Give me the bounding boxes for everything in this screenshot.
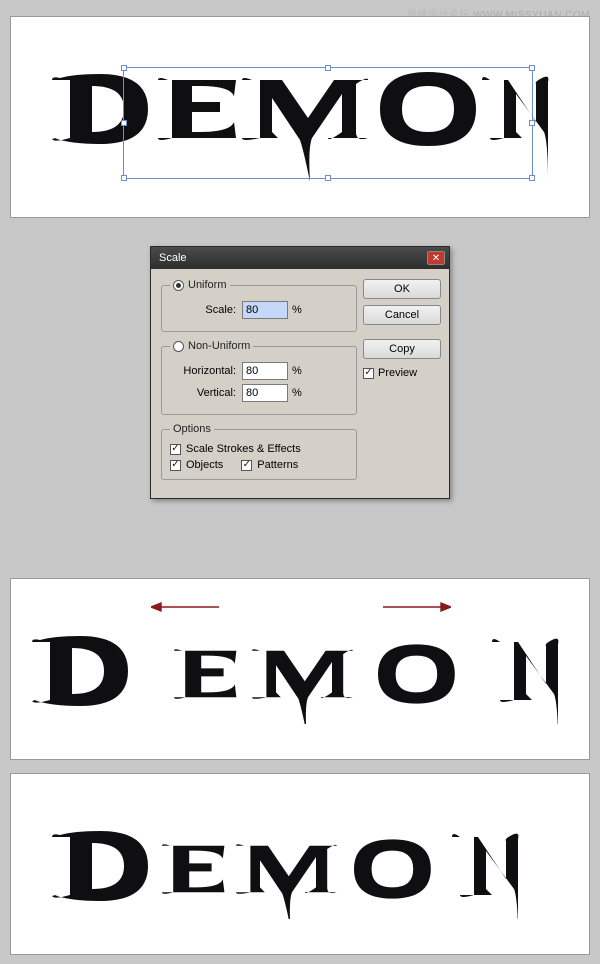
dialog-titlebar[interactable]: Scale ✕	[151, 247, 449, 269]
handle-bm[interactable]	[325, 175, 331, 181]
arrow-left-icon	[151, 601, 221, 613]
h-pct: %	[292, 365, 302, 377]
patterns-label: Patterns	[257, 459, 298, 471]
demon-artwork-3[interactable]	[50, 809, 550, 919]
artboard-3	[10, 773, 590, 955]
uniform-group: Uniform Scale: %	[161, 279, 357, 332]
handle-bl[interactable]	[121, 175, 127, 181]
scale-input[interactable]	[242, 301, 288, 319]
v-pct: %	[292, 387, 302, 399]
scale-strokes-label: Scale Strokes & Effects	[186, 443, 301, 455]
patterns-checkbox[interactable]	[241, 460, 252, 471]
handle-tr[interactable]	[529, 65, 535, 71]
ok-button[interactable]: OK	[363, 279, 441, 299]
uniform-legend: Uniform	[188, 279, 227, 291]
uniform-radio[interactable]	[173, 280, 184, 291]
nonuniform-group: Non-Uniform Horizontal: % Vertical: %	[161, 340, 357, 415]
handle-br[interactable]	[529, 175, 535, 181]
close-icon[interactable]: ✕	[427, 251, 445, 265]
arrow-right-icon	[381, 601, 451, 613]
nonuniform-radio[interactable]	[173, 341, 184, 352]
handle-ml[interactable]	[121, 120, 127, 126]
vertical-input[interactable]	[242, 384, 288, 402]
handle-mr[interactable]	[529, 120, 535, 126]
artboard-2	[10, 578, 590, 760]
objects-label: Objects	[186, 459, 223, 471]
vertical-label: Vertical:	[170, 387, 236, 399]
scale-dialog: Scale ✕ Uniform Scale: % Non-Uniform	[150, 246, 450, 499]
scale-pct: %	[292, 304, 302, 316]
preview-checkbox[interactable]	[363, 368, 374, 379]
copy-button[interactable]: Copy	[363, 339, 441, 359]
horizontal-input[interactable]	[242, 362, 288, 380]
scale-strokes-checkbox[interactable]	[170, 444, 181, 455]
options-group: Options Scale Strokes & Effects Objects	[161, 423, 357, 480]
cancel-button[interactable]: Cancel	[363, 305, 441, 325]
options-legend: Options	[170, 423, 214, 435]
preview-label: Preview	[378, 367, 417, 379]
nonuniform-legend: Non-Uniform	[188, 340, 250, 352]
objects-checkbox[interactable]	[170, 460, 181, 471]
scale-label: Scale:	[170, 304, 236, 316]
artboard-1	[10, 16, 590, 218]
demon-artwork-2[interactable]	[30, 614, 570, 724]
handle-tm[interactable]	[325, 65, 331, 71]
horizontal-label: Horizontal:	[170, 365, 236, 377]
selection-bounding-box[interactable]	[123, 67, 533, 179]
handle-tl[interactable]	[121, 65, 127, 71]
dialog-title: Scale	[159, 252, 187, 264]
